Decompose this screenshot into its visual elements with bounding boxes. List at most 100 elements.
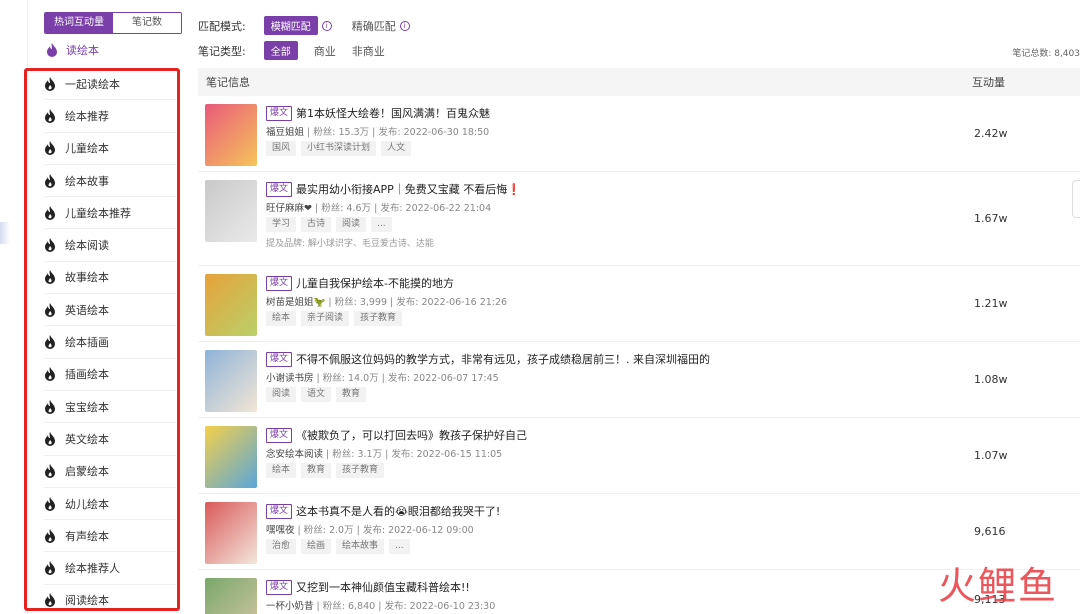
note-tag[interactable]: 绘本 (266, 311, 297, 326)
note-date: 发布: 2022-06-12 09:00 (362, 525, 474, 536)
keyword-item[interactable]: 一起读绘本 (44, 68, 176, 101)
keyword-item[interactable]: 绘本阅读 (44, 229, 176, 262)
flame-icon (45, 399, 55, 414)
note-tags: 治愈 绘画 绘本故事... (266, 539, 906, 554)
note-fans: 粉丝: 6,840 (322, 601, 376, 612)
note-date: 发布: 2022-06-16 21:26 (396, 297, 508, 308)
match-fuzzy-button[interactable]: 模糊匹配 (263, 16, 318, 35)
note-tag[interactable]: 亲子阅读 (301, 311, 350, 326)
note-tag[interactable]: 阅读 (336, 217, 367, 232)
keyword-item[interactable]: 故事绘本 (44, 262, 176, 295)
note-title[interactable]: 第1本妖怪大绘卷！国风满满！百鬼众魅 (296, 105, 490, 121)
note-tag[interactable]: 教育 (301, 463, 332, 478)
note-thumbnail[interactable] (205, 502, 257, 564)
note-tag[interactable]: 国风 (266, 141, 297, 156)
keyword-label: 英语绘本 (65, 303, 109, 317)
note-fans: 粉丝: 3,999 (334, 297, 388, 308)
note-thumbnail[interactable] (205, 350, 257, 412)
keyword-item[interactable]: 宝宝绘本 (44, 391, 176, 424)
keyword-label: 阅读绘本 (65, 594, 109, 608)
note-thumbnail[interactable] (205, 180, 257, 242)
table-row[interactable]: 爆文 《被欺负了，可以打回去吗》教孩子保护好自己 念安绘本阅读 | 粉丝: 3.1万… (198, 418, 1080, 494)
viral-badge: 爆文 (266, 351, 293, 367)
table-row[interactable]: 爆文 第1本妖怪大绘卷！国风满满！百鬼众魅 福豆姐姐 | 粉丝: 15.3万 | 发… (198, 96, 1080, 172)
interaction-count: 1.08w (974, 373, 1008, 386)
flame-icon (45, 238, 55, 253)
note-thumbnail[interactable] (205, 426, 257, 488)
note-author[interactable]: 念安绘本阅读 (266, 449, 323, 460)
note-tag[interactable]: 古诗 (301, 217, 332, 232)
side-scroll-handle[interactable] (1072, 180, 1080, 218)
note-title[interactable]: 儿童自我保护绘本-不能摸的地方 (296, 275, 454, 291)
match-exact-button[interactable]: 精确匹配 (352, 18, 396, 34)
note-tag[interactable]: 教育 (336, 387, 367, 402)
note-tags: 学习 古诗 阅读... (266, 217, 906, 232)
note-tag[interactable]: 学习 (266, 217, 297, 232)
keyword-item[interactable]: 幼儿绘本 (44, 488, 176, 521)
note-author[interactable]: 福豆姐姐 (266, 127, 304, 138)
note-tag[interactable]: 绘本 (266, 463, 297, 478)
note-title[interactable]: 最实用幼小衔接APP｜免费又宝藏 不看后悔❗ (296, 181, 521, 197)
note-type-label: 笔记类型: (198, 44, 246, 58)
note-tag[interactable]: ... (371, 217, 392, 232)
flame-icon (45, 76, 55, 91)
keyword-item[interactable]: 绘本推荐 (44, 100, 176, 133)
keyword-item[interactable]: 启蒙绘本 (44, 456, 176, 488)
col-interaction[interactable]: 互动量 (972, 74, 1005, 90)
keyword-item[interactable]: 儿童绘本 (44, 133, 176, 165)
flame-icon (45, 141, 55, 156)
keyword-item[interactable]: 绘本推荐人 (44, 552, 176, 585)
note-meta: 旺仔麻麻❤ | 粉丝: 4.6万 | 发布: 2022-06-22 21:04 (266, 203, 492, 214)
note-tag[interactable]: 小红书深读计划 (301, 141, 377, 156)
note-title[interactable]: 《被欺负了，可以打回去吗》教孩子保护好自己 (296, 427, 527, 443)
selected-keyword[interactable]: 读绘本 (46, 40, 99, 60)
note-tag[interactable]: 孩子教育 (354, 311, 403, 326)
info-icon[interactable]: i (399, 20, 410, 31)
keyword-label: 绘本推荐 (65, 109, 109, 123)
note-author[interactable]: 树苗是姐姐🦖 (266, 297, 325, 308)
keyword-item[interactable]: 插画绘本 (44, 359, 176, 391)
keyword-item[interactable]: 英语绘本 (44, 294, 176, 327)
note-author[interactable]: 嘿嘿夜 (266, 525, 295, 536)
table-row[interactable]: 爆文 不得不佩服这位妈妈的教学方式，非常有远见，孩子成绩稳居前三！. 来自深圳福田… (198, 342, 1080, 418)
keyword-item[interactable]: 阅读绘本 (44, 585, 176, 614)
info-icon[interactable]: i (321, 20, 332, 31)
brand-mention: 提及品牌: 解小球识字、毛豆爱古诗、达能 (266, 239, 434, 249)
note-tag[interactable]: 阅读 (266, 387, 297, 402)
note-tag[interactable]: 绘画 (301, 539, 332, 554)
note-tag[interactable]: 孩子教育 (336, 463, 385, 478)
note-thumbnail[interactable] (205, 274, 257, 336)
note-thumbnail[interactable] (205, 104, 257, 166)
type-noncommercial-button[interactable]: 非商业 (352, 43, 385, 59)
note-tags: 阅读 语文 教育 (266, 387, 906, 402)
note-tag[interactable]: 语文 (301, 387, 332, 402)
match-mode-filter: 匹配模式: 模糊匹配 i 精确匹配 i (198, 16, 410, 35)
keyword-item[interactable]: 有声绘本 (44, 520, 176, 553)
sort-toggle: 热词互动量 笔记数 (44, 12, 182, 34)
table-row[interactable]: 爆文 儿童自我保护绘本-不能摸的地方 树苗是姐姐🦖 | 粉丝: 3,999 | 发布… (198, 266, 1080, 342)
keyword-item[interactable]: 绘本插画 (44, 326, 176, 359)
table-row[interactable]: 爆文 最实用幼小衔接APP｜免费又宝藏 不看后悔❗ 旺仔麻麻❤ | 粉丝: 4.6万… (198, 172, 1080, 266)
note-meta: 福豆姐姐 | 粉丝: 15.3万 | 发布: 2022-06-30 18:50 (266, 127, 490, 138)
note-author[interactable]: 小谢读书房 (266, 373, 314, 384)
keyword-item[interactable]: 绘本故事 (44, 165, 176, 198)
note-tag[interactable]: ... (389, 539, 410, 554)
note-info: 爆文 最实用幼小衔接APP｜免费又宝藏 不看后悔❗ 旺仔麻麻❤ | 粉丝: 4.6万… (266, 180, 906, 249)
keyword-item[interactable]: 英文绘本 (44, 423, 176, 456)
note-author[interactable]: 旺仔麻麻❤ (266, 203, 312, 214)
note-tag[interactable]: 人文 (381, 141, 412, 156)
gutter-marker (0, 222, 10, 244)
note-author[interactable]: 一杯小奶昔 (266, 601, 314, 612)
tab-note-count[interactable]: 笔记数 (113, 13, 181, 33)
note-thumbnail[interactable] (205, 578, 257, 614)
note-title[interactable]: 不得不佩服这位妈妈的教学方式，非常有远见，孩子成绩稳居前三！. 来自深圳福田的 (296, 351, 710, 367)
type-all-button[interactable]: 全部 (263, 41, 298, 60)
note-tag[interactable]: 绘本故事 (336, 539, 385, 554)
tab-hotword-interaction[interactable]: 热词互动量 (45, 13, 113, 33)
type-commercial-button[interactable]: 商业 (314, 43, 336, 59)
note-title[interactable]: 这本书真不是人看的😭眼泪都给我哭干了! (296, 503, 500, 519)
note-title[interactable]: 又挖到一本神仙颜值宝藏科普绘本!! (296, 579, 470, 595)
keyword-item[interactable]: 儿童绘本推荐 (44, 197, 176, 230)
note-tag[interactable]: 治愈 (266, 539, 297, 554)
viral-badge: 爆文 (266, 579, 293, 595)
